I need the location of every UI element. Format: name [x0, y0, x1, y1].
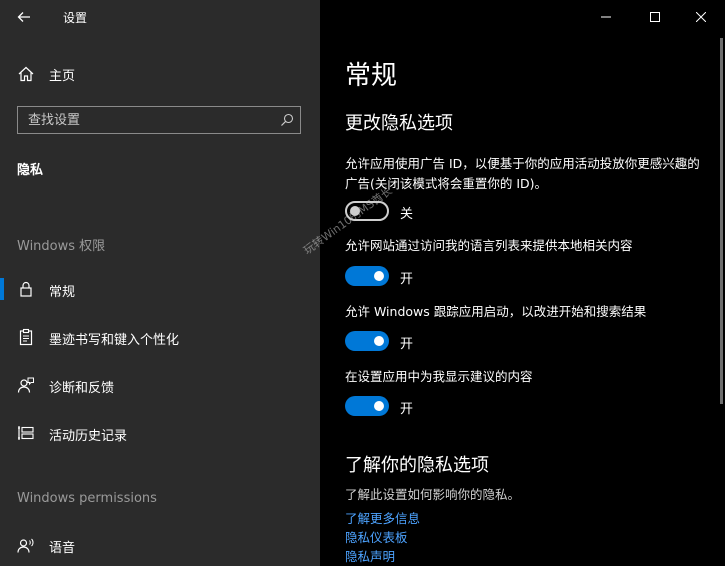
toggle-language-list[interactable]: [345, 266, 389, 286]
clipboard-icon: [19, 328, 33, 346]
back-arrow-icon: [17, 12, 30, 22]
group-label-windows-permissions: Windows 权限: [17, 239, 106, 254]
back-button[interactable]: [10, 4, 38, 30]
maximize-icon: [650, 12, 660, 22]
toggle-suggested-content[interactable]: [345, 396, 389, 416]
maximize-button[interactable]: [632, 0, 678, 34]
sidebar-item-label: 常规: [49, 285, 76, 300]
sidebar: 设置 主页 隐私 Windows 权限 常规 墨迹书写和键入个性化: [0, 0, 320, 566]
toggle-app-launch-tracking[interactable]: [345, 331, 389, 351]
link-privacy-statement[interactable]: 隐私声明: [345, 546, 395, 565]
privacy-options-title: 更改隐私选项: [345, 113, 453, 134]
toggle-state-label: 开: [400, 337, 414, 352]
sidebar-item-speech[interactable]: 语音: [0, 528, 320, 562]
link-privacy-dashboard[interactable]: 隐私仪表板: [345, 527, 408, 546]
home-icon: [18, 66, 34, 82]
section-title: 隐私: [17, 163, 44, 178]
sidebar-item-label: 活动历史记录: [49, 429, 128, 444]
link-learn-more[interactable]: 了解更多信息: [345, 508, 420, 527]
sidebar-item-activity-history[interactable]: 活动历史记录: [0, 416, 320, 450]
toggle-state-label: 开: [400, 402, 414, 417]
main-content: 常规 更改隐私选项 允许应用使用广告 ID，以便基于你的应用活动投放你更感兴趣的…: [320, 0, 725, 566]
nav-home-label: 主页: [49, 69, 76, 84]
speech-person-icon: [17, 538, 34, 553]
minimize-icon: [601, 16, 611, 18]
title-bar: 设置: [0, 0, 320, 34]
sidebar-item-inking-typing[interactable]: 墨迹书写和键入个性化: [0, 320, 320, 354]
learn-privacy-title: 了解你的隐私选项: [345, 455, 489, 476]
sidebar-item-label: 墨迹书写和键入个性化: [49, 333, 180, 348]
minimize-button[interactable]: [583, 0, 629, 34]
search-icon[interactable]: [280, 113, 294, 127]
nav-home[interactable]: 主页: [0, 58, 320, 90]
toggle-knob: [374, 401, 384, 411]
setting-description-language-list: 允许网站通过访问我的语言列表来提供本地相关内容: [345, 238, 633, 253]
close-icon: [696, 12, 706, 22]
setting-description-advertising-id: 允许应用使用广告 ID，以便基于你的应用活动投放你更感兴趣的广告(关闭该模式将会…: [345, 156, 700, 191]
setting-description-suggested-content: 在设置应用中为我显示建议的内容: [345, 369, 533, 384]
sidebar-item-label: 诊断和反馈: [49, 381, 115, 396]
page-title: 常规: [345, 61, 398, 91]
sidebar-item-diagnostics-feedback[interactable]: 诊断和反馈: [0, 368, 320, 402]
group-label-windows-permissions-en: Windows permissions: [17, 491, 157, 506]
sidebar-item-label: 语音: [49, 541, 76, 556]
setting-description-app-launch-tracking: 允许 Windows 跟踪应用启动，以改进开始和搜索结果: [345, 304, 647, 319]
toggle-state-label: 关: [400, 207, 414, 222]
search-box[interactable]: [17, 106, 301, 134]
search-input[interactable]: [18, 107, 268, 133]
sidebar-item-general[interactable]: 常规: [0, 272, 320, 306]
toggle-knob: [374, 271, 384, 281]
toggle-state-label: 开: [400, 272, 414, 287]
feedback-person-icon: [17, 377, 34, 393]
timeline-icon: [18, 426, 34, 440]
close-button[interactable]: [678, 0, 724, 34]
learn-privacy-description: 了解此设置如何影响你的隐私。: [345, 487, 521, 502]
toggle-knob: [374, 336, 384, 346]
lock-icon: [20, 281, 32, 297]
window-title: 设置: [63, 11, 88, 25]
scrollbar[interactable]: [720, 38, 723, 404]
selected-indicator: [0, 278, 4, 300]
